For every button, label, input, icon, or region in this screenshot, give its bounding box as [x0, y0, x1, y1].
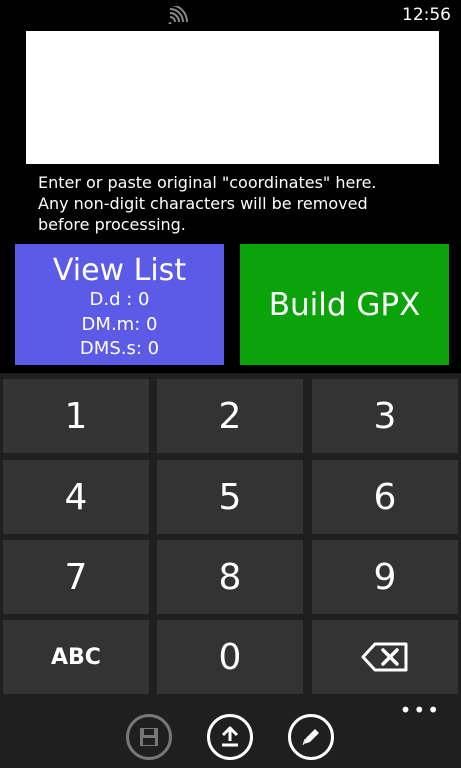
dmm-count: DM.m: 0: [81, 313, 158, 335]
key-8[interactable]: 8: [157, 540, 303, 614]
hint-line: Enter or paste original "coordinates" he…: [38, 173, 377, 192]
key-label: 1: [64, 395, 88, 437]
build-gpx-label: Build GPX: [268, 286, 421, 323]
edit-button[interactable]: [288, 714, 334, 760]
build-gpx-button[interactable]: Build GPX: [240, 244, 449, 365]
clock: 12:56: [402, 5, 451, 25]
key-label: 0: [218, 636, 242, 678]
key-label: 6: [373, 476, 397, 518]
key-label: ABC: [51, 644, 101, 670]
key-label: 3: [373, 395, 397, 437]
key-5[interactable]: 5: [157, 460, 303, 534]
key-label: 4: [64, 476, 88, 518]
more-options-button[interactable]: •••: [400, 700, 441, 720]
save-icon: [140, 728, 158, 746]
key-0[interactable]: 0: [157, 620, 303, 694]
key-6[interactable]: 6: [312, 460, 458, 534]
save-button[interactable]: [126, 714, 172, 760]
key-4[interactable]: 4: [3, 460, 149, 534]
key-9[interactable]: 9: [312, 540, 458, 614]
wifi-signal-icon: [168, 6, 188, 24]
key-1[interactable]: 1: [3, 379, 149, 453]
hint-line: Any non-digit characters will be removed: [38, 194, 368, 213]
key-abc[interactable]: ABC: [3, 620, 149, 694]
view-list-title: View List: [52, 253, 187, 288]
key-label: 2: [218, 395, 242, 437]
dmss-count: DMS.s: 0: [79, 338, 160, 359]
backspace-icon: [361, 642, 408, 672]
key-2[interactable]: 2: [157, 379, 303, 453]
key-label: 5: [218, 476, 242, 518]
key-label: 7: [64, 556, 88, 598]
upload-icon: [221, 726, 239, 747]
key-label: 9: [373, 556, 397, 598]
coordinates-input[interactable]: [26, 31, 439, 164]
numeric-keypad: 1 2 3 4 5 6 7 8 9 ABC 0: [0, 373, 461, 698]
input-hint: Enter or paste original "coordinates" he…: [38, 172, 448, 235]
view-list-button[interactable]: View List D.d : 0 DM.m: 0 DMS.s: 0: [15, 244, 224, 365]
dd-count: D.d : 0: [89, 289, 150, 310]
status-bar: 12:56: [0, 0, 461, 30]
edit-icon: [302, 729, 319, 746]
app-bar: •••: [0, 698, 461, 768]
upload-button[interactable]: [207, 714, 253, 760]
key-backspace[interactable]: [312, 620, 458, 694]
key-label: 8: [218, 556, 242, 598]
key-3[interactable]: 3: [312, 379, 458, 453]
key-7[interactable]: 7: [3, 540, 149, 614]
hint-line: before processing.: [38, 215, 186, 234]
